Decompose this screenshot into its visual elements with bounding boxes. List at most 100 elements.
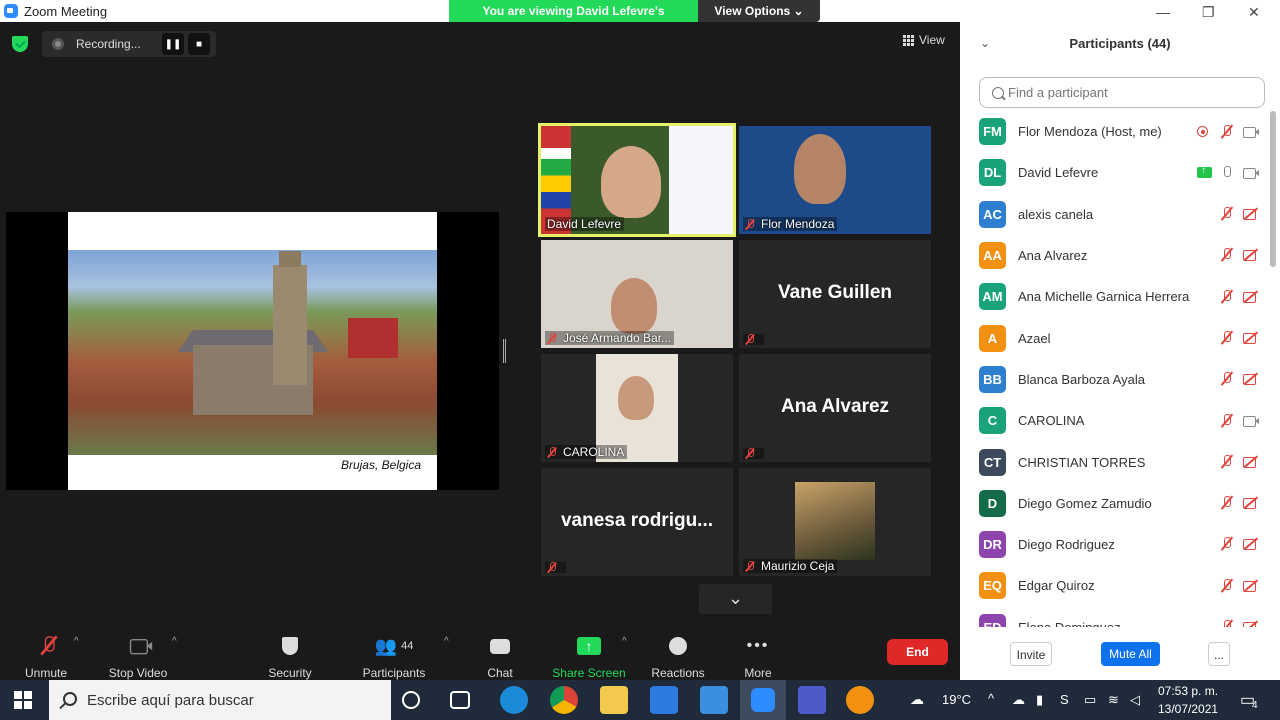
weather-cloud-icon[interactable]: ☁ — [910, 691, 924, 708]
participant-face — [601, 146, 661, 218]
share-options-caret[interactable]: ^ — [622, 636, 627, 647]
splitter-handle[interactable] — [503, 339, 506, 363]
mic-muted-icon — [36, 635, 61, 657]
video-off-icon — [1242, 247, 1260, 263]
avatar: AC — [979, 200, 1006, 228]
mic-muted-icon — [1218, 619, 1236, 627]
edge-icon[interactable] — [500, 686, 528, 714]
shared-screen: Brujas, Belgica — [6, 212, 499, 490]
minimize-window-icon[interactable]: — — [1156, 4, 1170, 20]
pause-recording-button[interactable]: ❚❚ — [162, 33, 184, 55]
volume-icon[interactable]: ◁ — [1130, 692, 1140, 708]
mic-muted-icon — [1218, 578, 1236, 594]
participant-face — [794, 134, 846, 204]
chat-button[interactable]: Chat — [480, 630, 520, 680]
participant-row[interactable]: DL David Lefevre — [960, 152, 1270, 193]
close-window-icon[interactable]: ✕ — [1248, 4, 1260, 21]
participant-name: Ana Michelle Garnica Herrera — [1018, 289, 1190, 305]
taskbar-search-placeholder: Escribe aquí para buscar — [87, 691, 254, 709]
mic-muted-icon — [1218, 206, 1236, 222]
view-button[interactable]: View — [903, 33, 945, 47]
participant-row[interactable]: AM Ana Michelle Garnica Herrera — [960, 276, 1270, 317]
video-off-icon — [1242, 206, 1260, 222]
more-button[interactable]: ••• More — [738, 630, 778, 680]
participants-options-caret[interactable]: ^ — [444, 636, 449, 647]
participants-scrollbar[interactable] — [1270, 111, 1276, 267]
file-explorer-icon[interactable] — [600, 686, 628, 714]
tray-chevron-icon[interactable]: ^ — [988, 691, 994, 706]
audio-options-caret[interactable]: ^ — [74, 636, 79, 647]
participant-row[interactable]: EQ Edgar Quiroz — [960, 565, 1270, 606]
participant-row[interactable]: BB Blanca Barboza Ayala — [960, 359, 1270, 400]
video-off-icon — [1242, 371, 1260, 387]
search-input[interactable] — [1008, 85, 1248, 100]
shield-icon — [282, 637, 298, 655]
participant-status-icons — [1188, 111, 1260, 152]
video-tile[interactable]: Flor Mendoza — [739, 126, 931, 234]
video-icon — [1242, 124, 1260, 140]
stop-video-button[interactable]: Stop Video — [104, 630, 172, 680]
reactions-button[interactable]: Reactions — [648, 630, 708, 680]
skype-icon[interactable]: S — [1060, 692, 1069, 707]
mic-muted-icon — [1218, 495, 1236, 511]
mic-muted-icon — [1218, 289, 1236, 305]
stop-recording-button[interactable]: ■ — [188, 33, 210, 55]
taskbar-search[interactable]: Escribe aquí para buscar — [49, 680, 391, 720]
video-tile[interactable]: vanesa rodrigu... — [541, 468, 733, 576]
battery-icon[interactable]: ▭ — [1084, 692, 1096, 708]
avatar: FM — [979, 118, 1006, 146]
windows-start-icon[interactable] — [14, 691, 32, 709]
encryption-shield-icon[interactable] — [12, 36, 28, 52]
video-tile[interactable]: Ana Alvarez — [739, 354, 931, 462]
participant-name: alexis canela — [1018, 206, 1094, 222]
participant-search[interactable] — [979, 77, 1265, 108]
task-view-icon[interactable] — [450, 691, 470, 709]
mail-icon[interactable] — [700, 686, 728, 714]
usb-icon[interactable]: ▮ — [1036, 692, 1043, 708]
panel-more-button[interactable]: ... — [1208, 642, 1230, 666]
zoom-taskbar-icon[interactable] — [740, 680, 786, 720]
chevron-down-icon[interactable]: ⌄ — [699, 584, 772, 614]
security-button[interactable]: Security — [262, 630, 318, 680]
participant-row[interactable]: AC alexis canela — [960, 194, 1270, 235]
participant-row[interactable]: C CAROLINA — [960, 400, 1270, 441]
participants-count: 44 — [401, 640, 414, 652]
mic-muted-icon — [547, 332, 557, 344]
participant-row[interactable]: A Azael — [960, 317, 1270, 358]
video-tile[interactable]: David Lefevre — [538, 123, 736, 237]
clock-time[interactable]: 07:53 p. m. — [1158, 684, 1218, 698]
wifi-icon[interactable]: ≋ — [1108, 692, 1119, 708]
screen-share-icon — [1197, 165, 1212, 179]
maximize-window-icon[interactable]: ❐ — [1202, 4, 1215, 21]
participant-row[interactable]: ED Elena Dominguez — [960, 607, 1270, 627]
video-tile[interactable]: Maurizio Ceja — [739, 468, 931, 576]
participant-row[interactable]: AA Ana Alvarez — [960, 235, 1270, 276]
participant-row[interactable]: DR Diego Rodriguez — [960, 524, 1270, 565]
mute-all-button[interactable]: Mute All — [1101, 642, 1160, 666]
viewing-label: You are viewing David Lefevre's screen — [449, 0, 698, 40]
video-tile[interactable]: Vane Guillen — [739, 240, 931, 348]
participant-list: FM Flor Mendoza (Host, me) DL David Lefevre… — [960, 111, 1270, 627]
video-tile[interactable]: José Armando Bar... — [541, 240, 733, 348]
participants-button[interactable]: 👥 44 Participants — [358, 630, 430, 681]
notifications-count: 4 — [1252, 700, 1258, 711]
video-options-caret[interactable]: ^ — [172, 636, 177, 647]
participant-row[interactable]: CT CHRISTIAN TORRES — [960, 441, 1270, 482]
onedrive-icon[interactable]: ☁ — [1012, 692, 1025, 708]
video-icon — [1242, 413, 1260, 429]
share-screen-button[interactable]: ↑ Share Screen — [550, 630, 628, 680]
chrome-icon[interactable] — [550, 686, 578, 714]
clock-date[interactable]: 13/07/2021 — [1158, 702, 1218, 716]
participant-row[interactable]: D Diego Gomez Zamudio — [960, 483, 1270, 524]
store-icon[interactable] — [650, 686, 678, 714]
app-icon[interactable] — [846, 686, 874, 714]
participant-status-icons — [1212, 194, 1260, 235]
participant-row[interactable]: FM Flor Mendoza (Host, me) — [960, 111, 1270, 152]
end-meeting-button[interactable]: End — [887, 639, 948, 665]
unmute-button[interactable]: Unmute — [18, 630, 74, 680]
view-options-button[interactable]: View Options ⌄ — [698, 0, 820, 22]
video-tile[interactable]: CAROLINA — [541, 354, 733, 462]
cortana-icon[interactable] — [402, 691, 420, 709]
teams-icon[interactable] — [798, 686, 826, 714]
invite-button[interactable]: Invite — [1010, 642, 1052, 666]
